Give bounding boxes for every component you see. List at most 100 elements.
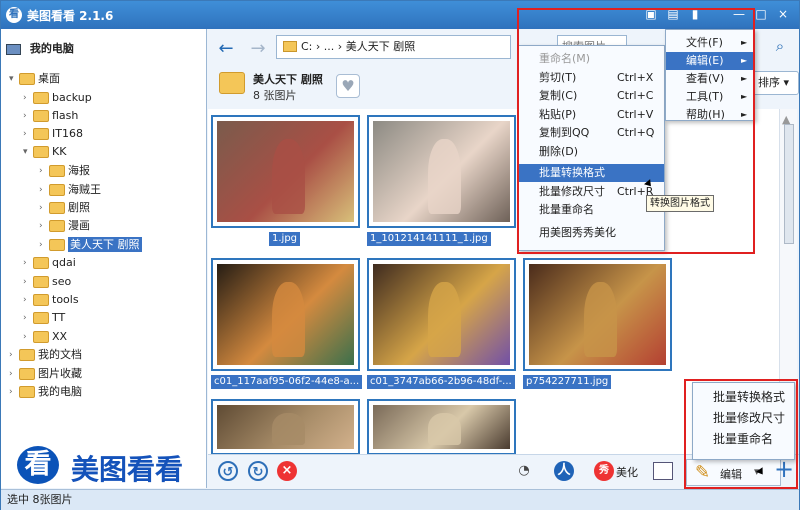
expand-arrow-icon[interactable]: ›	[23, 254, 33, 272]
address-bar[interactable]: C: › ... › 美人天下 剧照	[276, 35, 511, 59]
image-thumbnail[interactable]	[367, 115, 516, 228]
folder-icon	[19, 349, 35, 361]
expand-arrow-icon[interactable]: ›	[9, 383, 19, 401]
tree-item[interactable]: ▾ 桌面	[9, 70, 60, 88]
photo-preview	[217, 121, 354, 222]
tree-item-label: TT	[52, 311, 66, 324]
album-folder-icon	[219, 72, 245, 94]
forward-icon[interactable]: →	[247, 38, 269, 60]
image-filename: 1_101214141111_1.jpg	[367, 232, 491, 246]
share-icon[interactable]: 人	[554, 461, 574, 481]
meitu-xiuxiu-icon[interactable]: 秀	[594, 461, 614, 481]
expand-arrow-icon[interactable]: ▾	[23, 143, 33, 161]
tree-item[interactable]: › backup	[23, 89, 92, 107]
tree-item-label: 剧照	[68, 201, 90, 214]
expand-arrow-icon[interactable]: ›	[39, 181, 49, 199]
brand-logo: 看 美图看看	[13, 438, 223, 490]
expand-arrow-icon[interactable]: ›	[23, 309, 33, 327]
expand-arrow-icon[interactable]: ›	[9, 346, 19, 364]
photo-preview	[373, 264, 510, 365]
slideshow-icon[interactable]	[653, 462, 673, 480]
tree-item-label: qdai	[52, 256, 76, 269]
photo-preview	[529, 264, 666, 365]
tree-item[interactable]: › IT168	[23, 125, 83, 143]
expand-arrow-icon[interactable]: ›	[39, 236, 49, 254]
favorite-heart-icon[interactable]: ♥	[336, 74, 360, 98]
folder-icon	[49, 184, 65, 196]
expand-arrow-icon[interactable]: ›	[23, 273, 33, 291]
back-icon[interactable]: ←	[215, 38, 237, 60]
tree-item[interactable]: › 我的电脑	[9, 383, 82, 401]
search-icon[interactable]: ⌕	[770, 37, 790, 57]
tree-item[interactable]: › qdai	[23, 254, 76, 272]
tree-item-label: KK	[52, 145, 67, 158]
folder-icon	[33, 146, 49, 158]
expand-arrow-icon[interactable]: ›	[39, 217, 49, 235]
tree-item[interactable]: › 海贼王	[39, 181, 101, 199]
album-title: 美人天下 剧照	[253, 73, 323, 86]
beautify-label[interactable]: 美化	[616, 464, 638, 480]
expand-arrow-icon[interactable]: ▾	[9, 70, 19, 88]
tree-item-label: 我的文档	[38, 348, 82, 361]
expand-arrow-icon[interactable]: ›	[23, 125, 33, 143]
folder-icon	[33, 294, 49, 306]
weibo-icon[interactable]: ◔	[514, 461, 534, 481]
address-folder-icon	[283, 41, 297, 52]
photo-preview	[373, 121, 510, 222]
expand-arrow-icon[interactable]: ›	[23, 291, 33, 309]
expand-arrow-icon[interactable]: ›	[23, 107, 33, 125]
expand-arrow-icon[interactable]: ›	[39, 199, 49, 217]
image-thumbnail[interactable]	[523, 258, 672, 371]
folder-icon	[33, 92, 49, 104]
close-icon[interactable]: ×	[774, 6, 792, 23]
folder-icon	[19, 386, 35, 398]
photo-preview	[373, 405, 510, 449]
album-count: 8 张图片	[253, 89, 297, 102]
tree-item[interactable]: › XX	[23, 328, 67, 346]
tree-item[interactable]: › 剧照	[39, 199, 90, 217]
app-logo: 看	[6, 7, 22, 23]
computer-root-label: 我的电脑	[29, 42, 74, 55]
image-thumbnail[interactable]	[211, 115, 360, 228]
tree-item[interactable]: ▾ KK	[23, 143, 66, 161]
tree-item[interactable]: › 海报	[39, 162, 90, 180]
expand-arrow-icon[interactable]: ›	[39, 162, 49, 180]
folder-icon	[49, 220, 65, 232]
address-drive: C:	[301, 40, 313, 53]
image-thumbnail[interactable]	[211, 258, 360, 371]
address-path: 美人天下 剧照	[345, 40, 416, 53]
tree-item[interactable]: › 图片收藏	[9, 365, 82, 383]
tree-item-label: 海贼王	[68, 183, 101, 196]
delete-icon[interactable]: ×	[277, 461, 297, 481]
image-thumbnail[interactable]	[367, 258, 516, 371]
expand-arrow-icon[interactable]: ›	[9, 365, 19, 383]
image-thumbnail[interactable]	[211, 399, 360, 455]
expand-arrow-icon[interactable]: ›	[23, 89, 33, 107]
image-filename: c01_117aaf95-06f2-44e8-a...	[211, 375, 363, 389]
tree-item[interactable]: › 美人天下 剧照	[39, 236, 142, 254]
address-separator: ›	[337, 40, 343, 53]
folder-icon	[19, 73, 35, 85]
computer-root[interactable]: 我的电脑	[6, 40, 74, 58]
expand-arrow-icon[interactable]: ›	[23, 328, 33, 346]
tree-item-label: 桌面	[38, 72, 60, 85]
folder-icon	[49, 202, 65, 214]
folder-icon	[33, 331, 49, 343]
image-thumbnail[interactable]	[367, 399, 516, 455]
tree-item[interactable]: › seo	[23, 273, 71, 291]
brand-text: 美图看看	[71, 453, 184, 486]
rotate-right-icon[interactable]: ↻	[248, 461, 268, 481]
tree-item-label: XX	[52, 330, 68, 343]
tree-item-label: 海报	[68, 164, 90, 177]
tree-item-label: 美人天下 剧照	[68, 237, 142, 252]
tree-item-label: backup	[52, 91, 92, 104]
scroll-thumb[interactable]	[784, 124, 794, 244]
tree-item[interactable]: › tools	[23, 291, 79, 309]
folder-icon	[49, 239, 65, 251]
window-title: 美图看看 2.1.6	[27, 9, 114, 23]
tree-item[interactable]: › flash	[23, 107, 78, 125]
tree-item[interactable]: › 漫画	[39, 217, 90, 235]
tree-item[interactable]: › 我的文档	[9, 346, 82, 364]
tree-item[interactable]: › TT	[23, 309, 65, 327]
folder-icon	[49, 165, 65, 177]
